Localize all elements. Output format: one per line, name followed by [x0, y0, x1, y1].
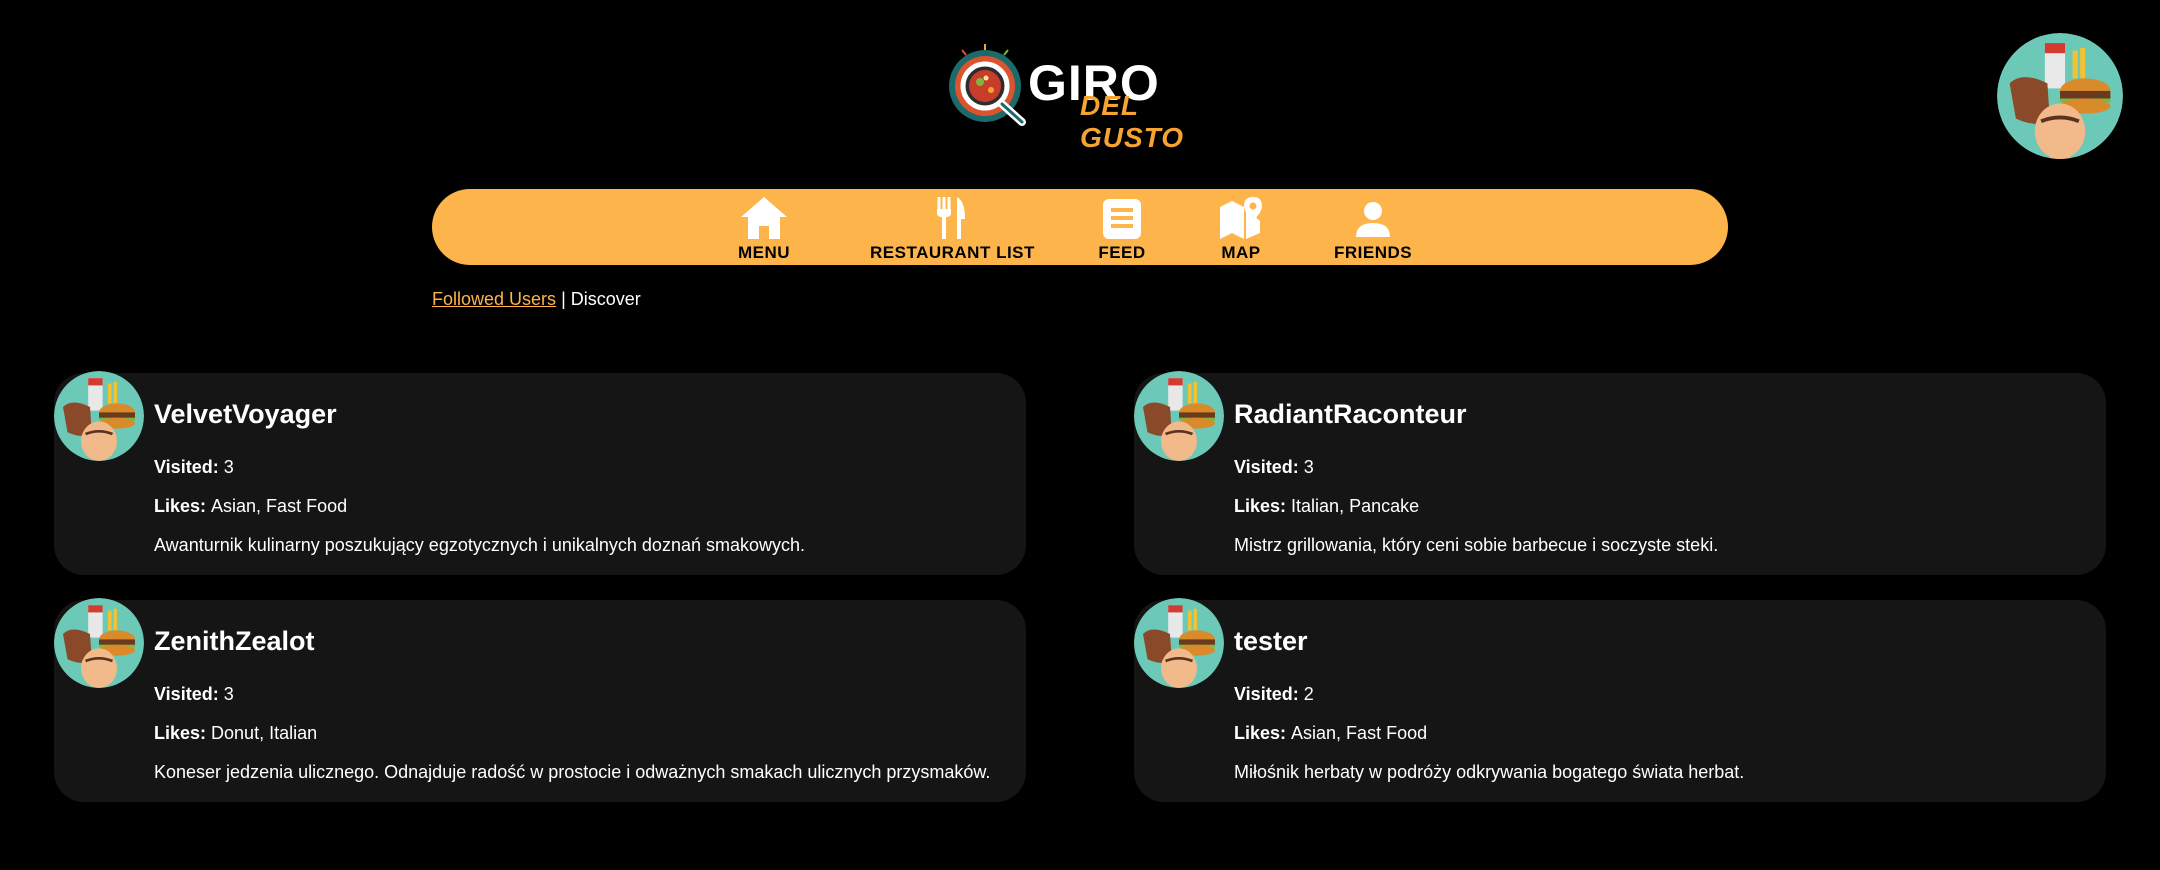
nav-restaurant-list[interactable]: RESTAURANT LIST: [870, 195, 1035, 263]
likes-value: Asian, Fast Food: [211, 496, 348, 516]
likes-row: Likes: Asian, Fast Food: [1234, 723, 1427, 744]
fork-knife-icon: [937, 197, 966, 239]
likes-label: Likes:: [1234, 723, 1292, 743]
user-name[interactable]: VelvetVoyager: [154, 399, 337, 430]
user-card[interactable]: RadiantRaconteur Visited: 3 Likes: Itali…: [1134, 371, 2106, 575]
person-icon: [1356, 202, 1391, 237]
user-card[interactable]: ZenithZealot Visited: 3 Likes: Donut, It…: [54, 598, 1026, 802]
user-avatar[interactable]: [1134, 598, 1224, 688]
likes-row: Likes: Asian, Fast Food: [154, 496, 347, 517]
subnav: Followed Users | Discover: [432, 289, 641, 310]
profile-avatar[interactable]: [1997, 33, 2123, 159]
brand-line-2: DEL GUSTO: [1080, 90, 1185, 153]
visited-row: Visited: 3: [1234, 457, 1314, 478]
visited-label: Visited:: [154, 684, 224, 704]
visited-value: 2: [1303, 684, 1314, 704]
discover-link[interactable]: Discover: [571, 289, 641, 309]
feed-icon: [1103, 199, 1141, 239]
likes-label: Likes:: [154, 496, 212, 516]
user-avatar[interactable]: [54, 598, 144, 688]
likes-label: Likes:: [154, 723, 212, 743]
user-bio: Koneser jedzenia ulicznego. Odnajduje ra…: [154, 762, 991, 782]
likes-label: Likes:: [1234, 496, 1292, 516]
avatar-illustration-icon: [1134, 598, 1224, 688]
brand-logo[interactable]: GIRO DEL GUSTO: [940, 38, 1230, 153]
avatar-illustration-icon: [1134, 371, 1224, 461]
likes-row: Likes: Italian, Pancake: [1234, 496, 1419, 517]
visited-label: Visited:: [1234, 457, 1304, 477]
likes-value: Donut, Italian: [211, 723, 318, 743]
visited-value: 3: [223, 457, 234, 477]
user-bio: Miłośnik herbaty w podróży odkrywania bo…: [1234, 762, 1745, 782]
followed-users-link[interactable]: Followed Users: [432, 289, 556, 309]
visited-value: 3: [1303, 457, 1314, 477]
user-name[interactable]: tester: [1234, 626, 1308, 657]
nav-menu[interactable]: MENU: [738, 195, 790, 263]
user-name[interactable]: RadiantRaconteur: [1234, 399, 1467, 430]
avatar-illustration-icon: [1997, 33, 2123, 159]
nav-label-friends: FRIENDS: [1334, 243, 1413, 262]
likes-value: Italian, Pancake: [1291, 496, 1420, 516]
nav-label-feed: FEED: [1098, 243, 1146, 262]
subnav-separator: |: [561, 289, 571, 309]
nav-feed[interactable]: FEED: [1097, 195, 1147, 263]
user-avatar[interactable]: [54, 371, 144, 461]
likes-value: Asian, Fast Food: [1291, 723, 1428, 743]
map-pin-icon: [1220, 197, 1262, 239]
visited-value: 3: [223, 684, 234, 704]
avatar-illustration-icon: [54, 371, 144, 461]
user-name[interactable]: ZenithZealot: [154, 626, 315, 657]
visited-label: Visited:: [1234, 684, 1304, 704]
likes-row: Likes: Donut, Italian: [154, 723, 317, 744]
user-avatar[interactable]: [1134, 371, 1224, 461]
avatar-illustration-icon: [54, 598, 144, 688]
visited-row: Visited: 3: [154, 457, 234, 478]
nav-label-map: MAP: [1221, 243, 1261, 262]
home-icon: [741, 197, 788, 239]
user-card[interactable]: tester Visited: 2 Likes: Asian, Fast Foo…: [1134, 598, 2106, 802]
nav-friends[interactable]: FRIENDS: [1334, 195, 1412, 263]
visited-row: Visited: 3: [154, 684, 234, 705]
nav-map[interactable]: MAP: [1216, 195, 1266, 263]
nav-label-menu: MENU: [738, 243, 791, 262]
nav-label-restaurant-list: RESTAURANT LIST: [870, 243, 1035, 262]
visited-label: Visited:: [154, 457, 224, 477]
user-card[interactable]: VelvetVoyager Visited: 3 Likes: Asian, F…: [54, 371, 1026, 575]
main-nav: MENU RESTAURANT LIST FEED MAP FRIENDS: [432, 189, 1728, 265]
user-bio: Awanturnik kulinarny poszukujący egzotyc…: [154, 535, 805, 555]
user-bio: Mistrz grillowania, który ceni sobie bar…: [1234, 535, 1719, 555]
visited-row: Visited: 2: [1234, 684, 1314, 705]
